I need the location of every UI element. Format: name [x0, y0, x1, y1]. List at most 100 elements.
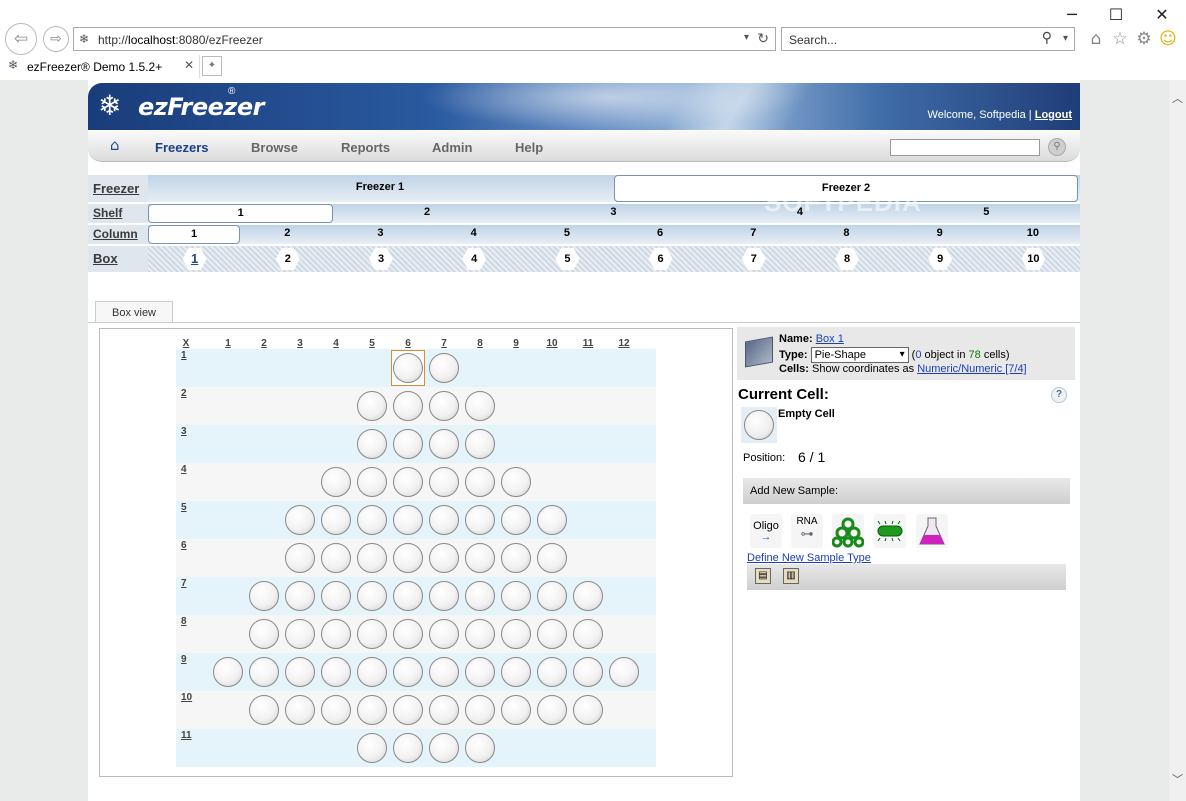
storage-cell[interactable] — [429, 657, 459, 687]
storage-cell[interactable] — [501, 467, 531, 497]
storage-cell[interactable] — [465, 429, 495, 459]
column-option[interactable]: 6 — [614, 225, 706, 244]
grid-row-header[interactable]: 7 — [181, 578, 187, 589]
storage-cell[interactable] — [393, 733, 423, 763]
storage-cell[interactable] — [321, 467, 351, 497]
storage-cell[interactable] — [465, 657, 495, 687]
shelf-option[interactable]: 1 — [148, 204, 334, 223]
storage-cell[interactable] — [537, 543, 567, 573]
storage-cell[interactable] — [501, 657, 531, 687]
storage-cell[interactable] — [573, 619, 603, 649]
storage-cell[interactable] — [609, 657, 639, 687]
storage-cell[interactable] — [285, 695, 315, 725]
maximize-button[interactable]: ☐ — [1106, 5, 1126, 25]
nav-reports[interactable]: Reports — [341, 140, 390, 155]
storage-cell[interactable] — [429, 467, 459, 497]
storage-cell[interactable] — [249, 657, 279, 687]
grid-column-header[interactable]: 10 — [534, 338, 570, 349]
home-icon[interactable]: ⌂ — [1086, 29, 1106, 49]
storage-cell[interactable] — [357, 429, 387, 459]
storage-cell[interactable] — [465, 733, 495, 763]
vertical-scrollbar[interactable]: ︿ ﹀ — [1169, 80, 1186, 801]
storage-cell[interactable] — [537, 695, 567, 725]
new-tab-button[interactable]: ✦ — [202, 56, 222, 76]
paste-special-icon[interactable]: ▥ — [783, 568, 799, 584]
storage-cell[interactable] — [393, 695, 423, 725]
grid-row-header[interactable]: 9 — [181, 654, 187, 665]
storage-cell[interactable] — [393, 657, 423, 687]
grid-row-header[interactable]: 8 — [181, 616, 187, 627]
storage-cell[interactable] — [357, 733, 387, 763]
storage-cell[interactable] — [573, 657, 603, 687]
cells-sample-button[interactable] — [831, 514, 865, 548]
storage-cell[interactable] — [249, 581, 279, 611]
box-type-select[interactable]: Pie-Shape ▾ — [810, 347, 909, 363]
storage-cell[interactable] — [393, 353, 423, 383]
storage-cell[interactable] — [429, 429, 459, 459]
browser-search-input[interactable]: Search... ⚲ ▾ — [781, 27, 1075, 51]
storage-cell[interactable] — [321, 505, 351, 535]
grid-column-header[interactable]: 12 — [606, 338, 642, 349]
storage-cell[interactable] — [213, 657, 243, 687]
storage-cell[interactable] — [465, 619, 495, 649]
freezer-option[interactable]: Freezer 1 — [148, 175, 612, 202]
refresh-icon[interactable]: ↻ — [757, 30, 769, 47]
grid-column-header[interactable]: 4 — [318, 338, 354, 349]
storage-cell[interactable] — [429, 505, 459, 535]
nav-admin[interactable]: Admin — [432, 140, 472, 155]
grid-row-header[interactable]: 10 — [181, 692, 192, 703]
shelf-option[interactable]: 3 — [521, 204, 706, 223]
storage-cell[interactable] — [465, 543, 495, 573]
storage-cell[interactable] — [285, 619, 315, 649]
storage-cell[interactable] — [537, 505, 567, 535]
column-option[interactable]: 5 — [521, 225, 613, 244]
paste-icon[interactable]: ▤ — [755, 568, 771, 584]
storage-cell[interactable] — [249, 695, 279, 725]
column-option[interactable]: 10 — [987, 225, 1079, 244]
storage-cell[interactable] — [465, 505, 495, 535]
close-window-button[interactable]: ✕ — [1152, 5, 1172, 25]
column-option[interactable]: 7 — [707, 225, 799, 244]
column-label[interactable]: Column — [88, 225, 148, 244]
storage-cell[interactable] — [429, 543, 459, 573]
storage-cell[interactable] — [501, 543, 531, 573]
grid-row-header[interactable]: 4 — [181, 464, 187, 475]
storage-cell[interactable] — [393, 619, 423, 649]
storage-cell[interactable] — [285, 657, 315, 687]
grid-column-header[interactable]: 11 — [570, 338, 606, 349]
box-option[interactable]: 10 — [1021, 248, 1046, 270]
storage-cell[interactable] — [357, 505, 387, 535]
storage-cell[interactable] — [357, 695, 387, 725]
storage-cell[interactable] — [573, 581, 603, 611]
column-option[interactable]: 9 — [894, 225, 986, 244]
storage-cell[interactable] — [429, 391, 459, 421]
shelf-option[interactable]: 2 — [334, 204, 519, 223]
storage-cell[interactable] — [573, 695, 603, 725]
gear-icon[interactable]: ⚙ — [1134, 29, 1154, 49]
box-option[interactable]: 3 — [369, 248, 393, 270]
storage-cell[interactable] — [249, 619, 279, 649]
back-button[interactable]: ⇦ — [5, 23, 37, 55]
feedback-smiley-icon[interactable]: ☺ — [1158, 29, 1178, 49]
box-option[interactable]: 1 — [182, 248, 207, 270]
scroll-down-icon[interactable]: ﹀ — [1172, 771, 1183, 787]
box-option[interactable]: 5 — [555, 248, 580, 270]
grid-column-header[interactable]: 7 — [426, 338, 462, 349]
storage-cell[interactable] — [321, 543, 351, 573]
scroll-up-icon[interactable]: ︿ — [1172, 90, 1183, 106]
box-option[interactable]: 8 — [835, 248, 859, 270]
storage-cell[interactable] — [321, 657, 351, 687]
storage-cell[interactable] — [393, 543, 423, 573]
address-bar[interactable]: ❄ http://localhost:8080/ezFreezer ▾ ↻ — [73, 27, 776, 51]
storage-cell[interactable] — [501, 581, 531, 611]
box-option[interactable]: 7 — [741, 248, 766, 270]
shelf-label[interactable]: Shelf — [88, 204, 148, 223]
storage-cell[interactable] — [537, 657, 567, 687]
storage-cell[interactable] — [429, 619, 459, 649]
column-option[interactable]: 3 — [334, 225, 426, 244]
help-icon[interactable]: ? — [1051, 387, 1067, 403]
storage-cell[interactable] — [285, 505, 315, 535]
search-dropdown-icon[interactable]: ▾ — [1063, 33, 1068, 44]
grid-row-header[interactable]: 2 — [181, 388, 187, 399]
forward-button[interactable]: ⇨ — [43, 26, 69, 52]
